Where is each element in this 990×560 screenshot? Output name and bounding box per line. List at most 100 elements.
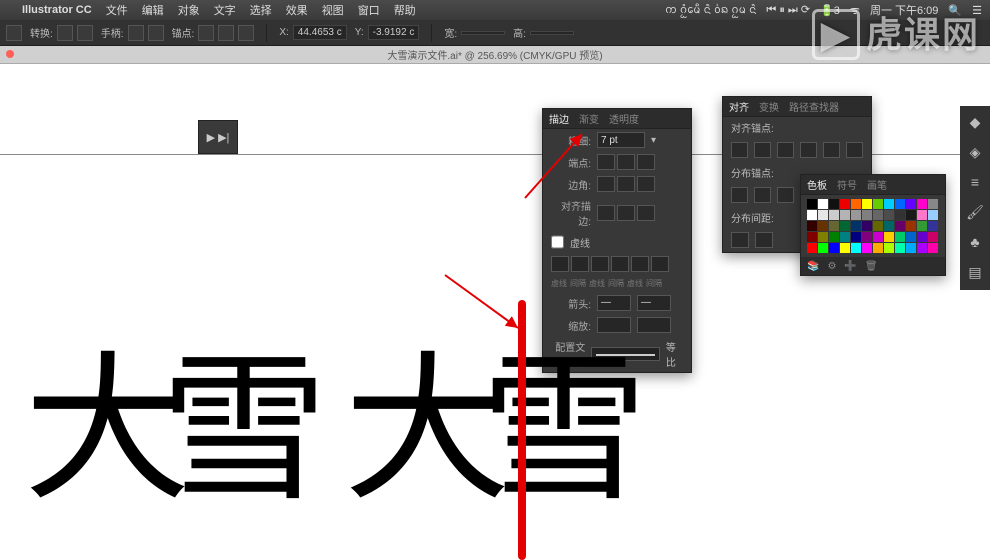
- stroke-panel-icon[interactable]: ≡: [966, 174, 984, 192]
- h-value[interactable]: [530, 31, 574, 35]
- swatch[interactable]: [829, 232, 839, 242]
- swatch[interactable]: [906, 232, 916, 242]
- swatch[interactable]: [862, 221, 872, 231]
- remove-anchor-icon[interactable]: [198, 25, 214, 41]
- menu-help[interactable]: 帮助: [394, 2, 416, 18]
- swatch[interactable]: [917, 210, 927, 220]
- add-anchor-icon[interactable]: [218, 25, 234, 41]
- weight-dropdown-icon[interactable]: ▾: [651, 135, 656, 146]
- swatch[interactable]: [884, 221, 894, 231]
- menu-icon[interactable]: ☰: [972, 4, 982, 17]
- tab-symbols[interactable]: 符号: [837, 177, 857, 192]
- transform-icons[interactable]: ▶ ▶|: [207, 131, 230, 144]
- layers-panel-icon[interactable]: ▤: [966, 264, 984, 282]
- swatch[interactable]: [862, 232, 872, 242]
- menu-edit[interactable]: 编辑: [142, 2, 164, 18]
- swatch[interactable]: [851, 199, 861, 209]
- swatch[interactable]: [807, 221, 817, 231]
- swatch[interactable]: [829, 221, 839, 231]
- swatch[interactable]: [884, 210, 894, 220]
- swatch[interactable]: [840, 243, 850, 253]
- document-title[interactable]: 大雪演示文件.ai* @ 256.69% (CMYK/GPU 预览): [387, 47, 602, 62]
- swatch[interactable]: [829, 210, 839, 220]
- dash-3[interactable]: [631, 256, 649, 272]
- swatch-grid[interactable]: [801, 195, 945, 257]
- w-value[interactable]: [461, 31, 505, 35]
- dash-2[interactable]: [591, 256, 609, 272]
- swatch[interactable]: [884, 199, 894, 209]
- swatch[interactable]: [873, 221, 883, 231]
- dash-1[interactable]: [551, 256, 569, 272]
- swatch[interactable]: [873, 199, 883, 209]
- swatch[interactable]: [851, 232, 861, 242]
- swatch[interactable]: [818, 210, 828, 220]
- swatch[interactable]: [851, 221, 861, 231]
- arrow-end-select[interactable]: —: [637, 295, 671, 311]
- swatch[interactable]: [917, 243, 927, 253]
- swatch-options-icon[interactable]: ⚙: [827, 261, 836, 272]
- swatch[interactable]: [873, 210, 883, 220]
- tab-transform[interactable]: 变换: [759, 99, 779, 114]
- cap-buttons[interactable]: [597, 154, 655, 170]
- swatch[interactable]: [862, 199, 872, 209]
- swatch[interactable]: [829, 243, 839, 253]
- swatch[interactable]: [818, 243, 828, 253]
- clock[interactable]: 周一 下午6:09: [870, 2, 938, 18]
- delete-swatch-icon[interactable]: 🗑: [865, 261, 878, 272]
- swatch[interactable]: [829, 199, 839, 209]
- swatch[interactable]: [840, 221, 850, 231]
- tab-brushes[interactable]: 画笔: [867, 177, 887, 192]
- swatch[interactable]: [895, 199, 905, 209]
- gap-2[interactable]: [611, 256, 629, 272]
- cut-path-icon[interactable]: [238, 25, 254, 41]
- swatch[interactable]: [917, 221, 927, 231]
- swatch[interactable]: [862, 210, 872, 220]
- new-swatch-icon[interactable]: ➕: [844, 261, 856, 272]
- dash-checkbox[interactable]: [551, 234, 564, 250]
- swatch[interactable]: [807, 243, 817, 253]
- swatch[interactable]: [818, 232, 828, 242]
- color-guide-icon[interactable]: ◈: [966, 144, 984, 162]
- media-controls-icon[interactable]: ⏮ ⏸ ⏭ ⟳: [766, 3, 810, 17]
- convert-corner-icon[interactable]: [57, 25, 73, 41]
- menu-file[interactable]: 文件: [106, 2, 128, 18]
- stroke-weight-input[interactable]: [597, 132, 645, 148]
- free-transform-widget[interactable]: ▶ ▶|: [198, 120, 238, 154]
- scale-end[interactable]: [637, 317, 671, 333]
- swatch[interactable]: [917, 232, 927, 242]
- tab-align[interactable]: 对齐: [729, 99, 749, 114]
- color-panel-icon[interactable]: ◆: [966, 114, 984, 132]
- swatch[interactable]: [840, 199, 850, 209]
- swatch[interactable]: [818, 221, 828, 231]
- tab-pathfinder[interactable]: 路径查找器: [789, 99, 839, 114]
- search-icon[interactable]: 🔍: [948, 4, 962, 17]
- symbols-panel-icon[interactable]: ♣: [966, 234, 984, 252]
- handle-icon[interactable]: [128, 25, 144, 41]
- tab-gradient[interactable]: 渐变: [579, 111, 599, 126]
- swatch[interactable]: [840, 210, 850, 220]
- gap-3[interactable]: [651, 256, 669, 272]
- gap-1[interactable]: [571, 256, 589, 272]
- convert-smooth-icon[interactable]: [77, 25, 93, 41]
- swatch[interactable]: [807, 199, 817, 209]
- menu-effect[interactable]: 效果: [286, 2, 308, 18]
- swatch[interactable]: [906, 243, 916, 253]
- align-stroke-buttons[interactable]: [597, 205, 655, 221]
- close-window-icon[interactable]: [6, 50, 14, 58]
- tab-stroke[interactable]: 描边: [549, 111, 569, 126]
- menu-object[interactable]: 对象: [178, 2, 200, 18]
- swatch[interactable]: [895, 232, 905, 242]
- swatch[interactable]: [884, 243, 894, 253]
- menu-select[interactable]: 选择: [250, 2, 272, 18]
- swatch[interactable]: [807, 210, 817, 220]
- handle-icon-2[interactable]: [148, 25, 164, 41]
- swatch[interactable]: [928, 199, 938, 209]
- selected-path[interactable]: [518, 300, 526, 560]
- swatch[interactable]: [873, 232, 883, 242]
- swatch[interactable]: [895, 243, 905, 253]
- swatch[interactable]: [917, 199, 927, 209]
- tab-swatches[interactable]: 色板: [807, 177, 827, 192]
- wifi-icon[interactable]: ᯤ: [850, 3, 860, 18]
- swatch[interactable]: [906, 210, 916, 220]
- swatch[interactable]: [851, 243, 861, 253]
